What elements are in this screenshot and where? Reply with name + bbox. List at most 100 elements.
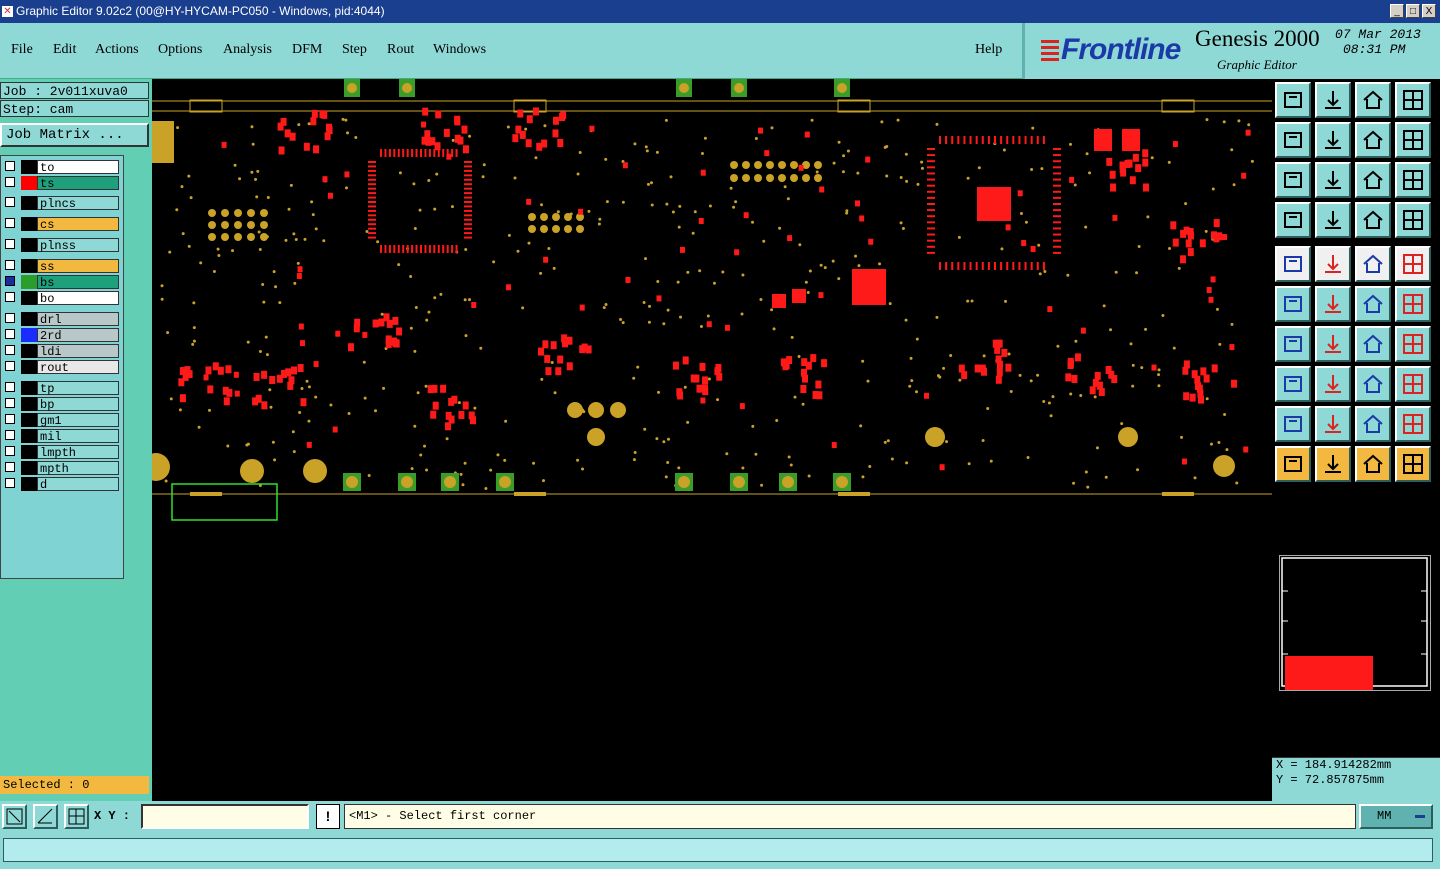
layer-name[interactable]: ldi (37, 344, 119, 359)
menu-help[interactable]: Help (975, 42, 1002, 58)
layer-row-rout[interactable]: rout (3, 360, 121, 375)
layer-row-to[interactable]: to (3, 160, 121, 175)
layer-row-tp[interactable]: tp (3, 381, 121, 396)
features-tool-button[interactable] (1355, 202, 1391, 238)
layer-name[interactable]: plnss (37, 238, 119, 253)
maximize-button[interactable]: □ (1406, 4, 1420, 18)
one-to-one-tool-button[interactable] (1355, 162, 1391, 198)
move-tool-button[interactable] (1355, 286, 1391, 322)
layer-name[interactable]: d (37, 477, 119, 492)
layer-checkbox[interactable] (5, 292, 15, 302)
pad-tool-button[interactable] (1275, 246, 1311, 282)
menu-file[interactable]: File (11, 42, 33, 58)
overview-map[interactable] (1279, 555, 1431, 711)
layer-name[interactable]: tp (37, 381, 119, 396)
layer-name[interactable]: 2rd (37, 328, 119, 343)
copy-tool-button[interactable] (1395, 286, 1431, 322)
layer-row-bp[interactable]: bp (3, 397, 121, 412)
triangle-a-tool-button[interactable] (1275, 406, 1311, 442)
select-arrow-tool-button[interactable] (1275, 446, 1311, 482)
triangle-d-tool-button[interactable] (1395, 406, 1431, 442)
layer-name[interactable]: mil (37, 429, 119, 444)
close-button[interactable]: X (1422, 4, 1436, 18)
undo-redo-tool-button[interactable] (1355, 122, 1391, 158)
trim-tool-button[interactable] (1315, 366, 1351, 402)
layer-row-mil[interactable]: mil (3, 429, 121, 444)
layer-row-bo[interactable]: bo (3, 291, 121, 306)
zoom-center-tool-button[interactable] (1315, 162, 1351, 198)
menu-options[interactable]: Options (158, 42, 202, 58)
menu-step[interactable]: Step (342, 42, 367, 58)
menu-dfm[interactable]: DFM (292, 42, 322, 58)
layer-checkbox[interactable] (5, 239, 15, 249)
layer-checkbox[interactable] (5, 398, 15, 408)
grid-tool-button[interactable] (1315, 202, 1351, 238)
job-matrix-button[interactable]: Job Matrix ... (0, 123, 149, 147)
layer-name[interactable]: plncs (37, 196, 119, 211)
layer-row-drl[interactable]: drl (3, 312, 121, 327)
layer-name[interactable]: bp (37, 397, 119, 412)
help-tool-button[interactable] (1395, 162, 1431, 198)
layer-checkbox[interactable] (5, 446, 15, 456)
layer-checkbox[interactable] (5, 161, 15, 171)
layer-row-gm1[interactable]: gm1 (3, 413, 121, 428)
layer-row-d[interactable]: d (3, 477, 121, 492)
layer-name[interactable]: drl (37, 312, 119, 327)
connect-tool-button[interactable] (1275, 286, 1311, 322)
layer-display-tool-button[interactable] (1315, 122, 1351, 158)
layer-checkbox[interactable] (5, 478, 15, 488)
layer-checkbox[interactable] (5, 276, 15, 286)
layer-row-cs[interactable]: cs (3, 217, 121, 232)
menu-actions[interactable]: Actions (95, 42, 139, 58)
minimize-button[interactable]: _ (1390, 4, 1404, 18)
layer-row-lmpth[interactable]: lmpth (3, 445, 121, 460)
xy-input[interactable] (141, 804, 309, 829)
layer-checkbox[interactable] (5, 382, 15, 392)
layer-checkbox[interactable] (5, 414, 15, 424)
layer-row-plnss[interactable]: plnss (3, 238, 121, 253)
layer-name[interactable]: ss (37, 259, 119, 274)
layer-checkbox[interactable] (5, 218, 15, 228)
layer-name[interactable]: bo (37, 291, 119, 306)
layer-name[interactable]: gm1 (37, 413, 119, 428)
layer-name[interactable]: cs (37, 217, 119, 232)
layer-name[interactable]: ts (37, 176, 119, 191)
layer-name[interactable]: bs (37, 275, 119, 290)
layer-row-ts[interactable]: ts (3, 176, 121, 191)
refresh-tool-button[interactable] (1395, 122, 1431, 158)
layer-row-mpth[interactable]: mpth (3, 461, 121, 476)
break-tool-button[interactable] (1275, 366, 1311, 402)
line-tool-button[interactable] (1275, 326, 1311, 362)
triangle-b-tool-button[interactable] (1315, 406, 1351, 442)
layer-row-2rd[interactable]: 2rd (3, 328, 121, 343)
layer-checkbox[interactable] (5, 462, 15, 472)
select-circle-tool-button[interactable] (1355, 446, 1391, 482)
measure-button[interactable] (33, 804, 58, 829)
layer-checkbox[interactable] (5, 329, 15, 339)
split-tool-button[interactable] (1395, 326, 1431, 362)
polygon-tool-button[interactable] (1315, 246, 1351, 282)
resize-tool-button[interactable] (1355, 366, 1391, 402)
layer-checkbox[interactable] (5, 345, 15, 355)
select-area-tool-button[interactable] (1315, 446, 1351, 482)
menu-edit[interactable]: Edit (53, 42, 76, 58)
pcb-view[interactable] (152, 79, 1272, 801)
grid-button[interactable] (64, 804, 89, 829)
snap-tool-button[interactable] (1275, 122, 1311, 158)
graphic-canvas[interactable] (152, 79, 1272, 801)
save-tool-button[interactable] (1315, 82, 1351, 118)
home-tool-button[interactable] (1355, 82, 1391, 118)
layer-checkbox[interactable] (5, 260, 15, 270)
delete-tool-button[interactable] (1315, 286, 1351, 322)
group-tool-button[interactable] (1395, 366, 1431, 402)
layer-name[interactable]: lmpth (37, 445, 119, 460)
zoom-window-button[interactable] (2, 804, 27, 829)
warning-button[interactable]: ! (316, 804, 340, 829)
units-selector[interactable]: MM (1359, 804, 1433, 829)
layer-checkbox[interactable] (5, 197, 15, 207)
layer-row-ss[interactable]: ss (3, 259, 121, 274)
rotate-tool-button[interactable] (1355, 326, 1391, 362)
layer-name[interactable]: to (37, 160, 119, 175)
layer-row-ldi[interactable]: ldi (3, 344, 121, 359)
layer-name[interactable]: mpth (37, 461, 119, 476)
